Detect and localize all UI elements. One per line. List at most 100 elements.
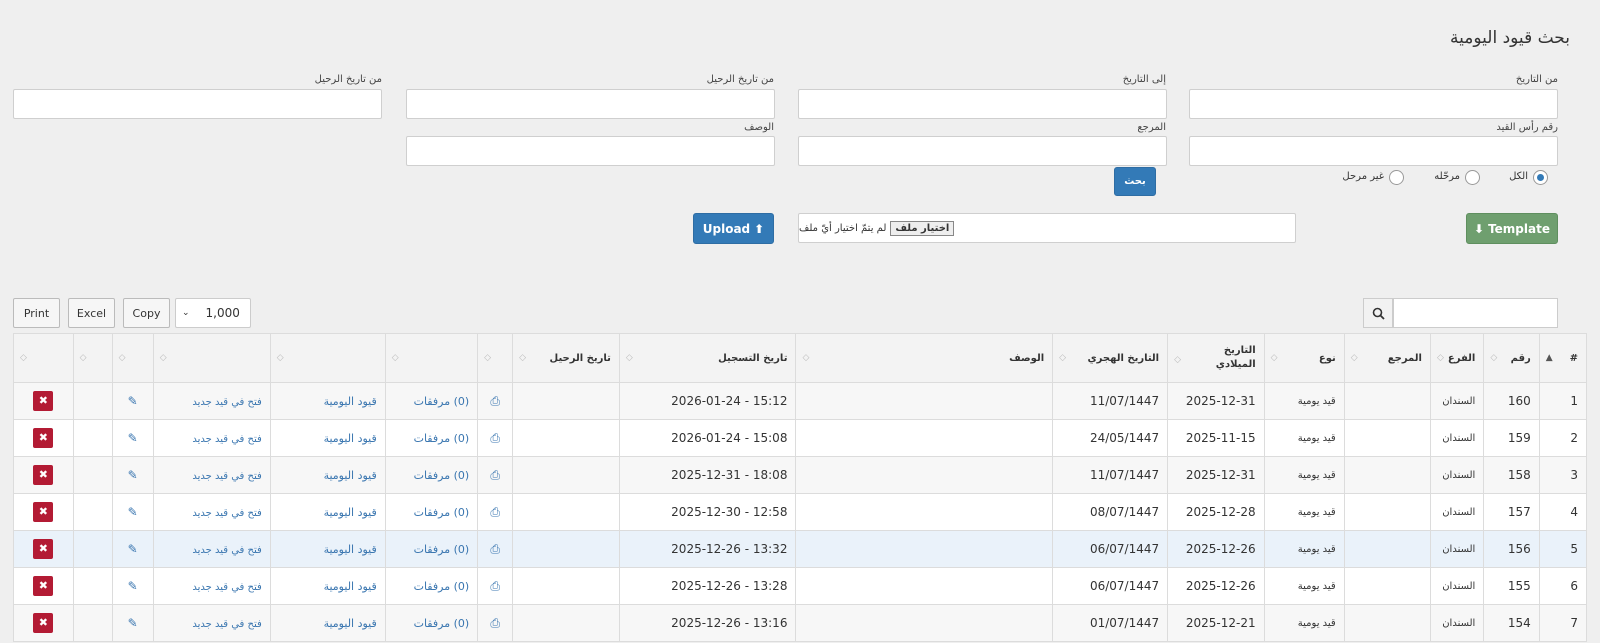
print-icon[interactable]: ⎙ <box>490 394 500 408</box>
open-new-link[interactable]: فتح في قيد جديد <box>192 471 261 482</box>
print-button[interactable]: Print <box>13 298 60 328</box>
open-new-link[interactable]: فتح في قيد جديد <box>192 397 261 408</box>
print-icon[interactable]: ⎙ <box>490 579 500 593</box>
attachments-link[interactable]: (0) مرفقات <box>414 543 470 556</box>
col-delete[interactable]: ◇ <box>13 333 74 383</box>
pencil-icon[interactable]: ✎ <box>128 394 138 408</box>
radio-all[interactable] <box>1533 170 1548 185</box>
copy-button[interactable]: Copy <box>123 298 170 328</box>
attachments-link[interactable]: (0) مرفقات <box>414 617 470 630</box>
file-input[interactable]: اختيار ملف لم يتمّ اختيار أيّ ملف <box>798 213 1296 243</box>
open-new-link[interactable]: فتح في قيد جديد <box>192 619 261 630</box>
cell-attachments: (0) مرفقات <box>384 567 479 605</box>
cell-reg-date: 2025-12-30 - 12:58 <box>618 493 797 531</box>
journal-link[interactable]: قيود اليومية <box>324 395 377 408</box>
pencil-icon[interactable]: ✎ <box>128 505 138 519</box>
col-attachments[interactable]: ◇ <box>384 333 479 383</box>
attachments-link[interactable]: (0) مرفقات <box>414 432 470 445</box>
delete-icon[interactable]: ✖ <box>33 613 54 633</box>
print-icon[interactable]: ⎙ <box>490 431 500 445</box>
journal-link[interactable]: قيود اليومية <box>324 432 377 445</box>
pencil-icon[interactable]: ✎ <box>128 616 138 630</box>
table-row[interactable]: 1 160 السندان قيد يومية 2025-12-31 11/07/1447… <box>13 382 1588 420</box>
table-search-input[interactable] <box>1393 298 1558 328</box>
cell-index: 7 <box>1538 604 1588 642</box>
col-branch[interactable]: الفرع ◇ <box>1429 333 1485 383</box>
col-hijri-date[interactable]: التاريخ الهجري ◇ <box>1052 333 1169 383</box>
trip-to-input[interactable] <box>13 89 382 119</box>
search-icon[interactable] <box>1363 298 1393 328</box>
choose-file-button[interactable]: اختيار ملف <box>890 220 955 236</box>
journal-link[interactable]: قيود اليومية <box>324 543 377 556</box>
to-date-input[interactable] <box>798 89 1167 119</box>
delete-icon[interactable]: ✖ <box>33 391 54 411</box>
from-date-input[interactable] <box>1189 89 1558 119</box>
journal-link[interactable]: قيود اليومية <box>324 617 377 630</box>
col-trip-date[interactable]: تاريخ الرحيل ◇ <box>512 333 620 383</box>
delete-icon[interactable]: ✖ <box>33 576 54 596</box>
table-row[interactable]: 3 158 السندان قيد يومية 2025-12-31 11/07/1447… <box>13 456 1588 494</box>
description-input[interactable] <box>406 136 775 166</box>
search-button[interactable]: بحث <box>1114 167 1156 196</box>
open-new-link[interactable]: فتح في قيد جديد <box>192 582 261 593</box>
head-no-input[interactable] <box>1189 136 1558 166</box>
open-new-link[interactable]: فتح في قيد جديد <box>192 434 261 445</box>
excel-button[interactable]: Excel <box>68 298 115 328</box>
delete-icon[interactable]: ✖ <box>33 502 54 522</box>
cell-index: 4 <box>1538 493 1588 531</box>
cell-trip-date <box>512 604 620 642</box>
journal-link[interactable]: قيود اليومية <box>324 580 377 593</box>
table-row[interactable]: 5 156 السندان قيد يومية 2025-12-26 06/07/1447… <box>13 530 1588 568</box>
cell-hijri-date: 01/07/1447 <box>1052 604 1169 642</box>
table-row[interactable]: 7 154 السندان قيد يومية 2025-12-21 01/07/1447… <box>13 604 1588 642</box>
print-icon[interactable]: ⎙ <box>490 505 500 519</box>
col-reg-date[interactable]: تاريخ التسجيل ◇ <box>618 333 797 383</box>
cell-greg-date: 2025-12-26 <box>1167 530 1265 568</box>
template-button[interactable]: ⬇ Template <box>1466 213 1558 244</box>
journal-link[interactable]: قيود اليومية <box>324 506 377 519</box>
open-new-link[interactable]: فتح في قيد جديد <box>192 545 261 556</box>
table-row[interactable]: 6 155 السندان قيد يومية 2025-12-26 06/07/1447… <box>13 567 1588 605</box>
col-index[interactable]: # ▲ <box>1538 333 1588 383</box>
col-edit[interactable]: ◇ <box>111 333 154 383</box>
col-description[interactable]: الوصف ◇ <box>795 333 1054 383</box>
table-row[interactable]: 2 159 السندان قيد يومية 2025-11-15 24/05/1447… <box>13 419 1588 457</box>
col-greg-date[interactable]: التاريخ الميلادي ◇ <box>1167 333 1265 383</box>
col-journal[interactable]: ◇ <box>269 333 386 383</box>
cell-hijri-date: 24/05/1447 <box>1052 419 1169 457</box>
cell-print: ⎙ <box>477 493 514 531</box>
print-icon[interactable]: ⎙ <box>490 616 500 630</box>
journal-link[interactable]: قيود اليومية <box>324 469 377 482</box>
trip-from-input[interactable] <box>406 89 775 119</box>
cell-extra <box>72 493 113 531</box>
print-icon[interactable]: ⎙ <box>490 468 500 482</box>
delete-icon[interactable]: ✖ <box>33 539 54 559</box>
table-row[interactable]: 4 157 السندان قيد يومية 2025-12-28 08/07/1447… <box>13 493 1588 531</box>
reference-input[interactable] <box>798 136 1167 166</box>
delete-icon[interactable]: ✖ <box>33 428 54 448</box>
attachments-link[interactable]: (0) مرفقات <box>414 506 470 519</box>
cell-extra <box>72 604 113 642</box>
pencil-icon[interactable]: ✎ <box>128 431 138 445</box>
open-new-link[interactable]: فتح في قيد جديد <box>192 508 261 519</box>
delete-icon[interactable]: ✖ <box>33 465 54 485</box>
print-icon[interactable]: ⎙ <box>490 542 500 556</box>
pencil-icon[interactable]: ✎ <box>128 579 138 593</box>
cell-greg-date: 2025-12-28 <box>1167 493 1265 531</box>
radio-posted[interactable] <box>1465 170 1480 185</box>
col-extra[interactable]: ◇ <box>72 333 113 383</box>
attachments-link[interactable]: (0) مرفقات <box>414 469 470 482</box>
pencil-icon[interactable]: ✎ <box>128 542 138 556</box>
col-reference[interactable]: المرجع ◇ <box>1343 333 1431 383</box>
attachments-link[interactable]: (0) مرفقات <box>414 395 470 408</box>
cell-edit: ✎ <box>111 382 154 420</box>
col-type[interactable]: نوع ◇ <box>1263 333 1345 383</box>
page-size-select[interactable]: ⌄ 1,000 <box>175 298 251 328</box>
radio-unposted[interactable] <box>1389 170 1404 185</box>
pencil-icon[interactable]: ✎ <box>128 468 138 482</box>
col-print[interactable]: ◇ <box>477 333 514 383</box>
col-number[interactable]: رقم ◇ <box>1483 333 1540 383</box>
attachments-link[interactable]: (0) مرفقات <box>414 580 470 593</box>
upload-button[interactable]: Upload ⬆ <box>693 213 774 244</box>
col-open-new[interactable]: ◇ <box>152 333 271 383</box>
